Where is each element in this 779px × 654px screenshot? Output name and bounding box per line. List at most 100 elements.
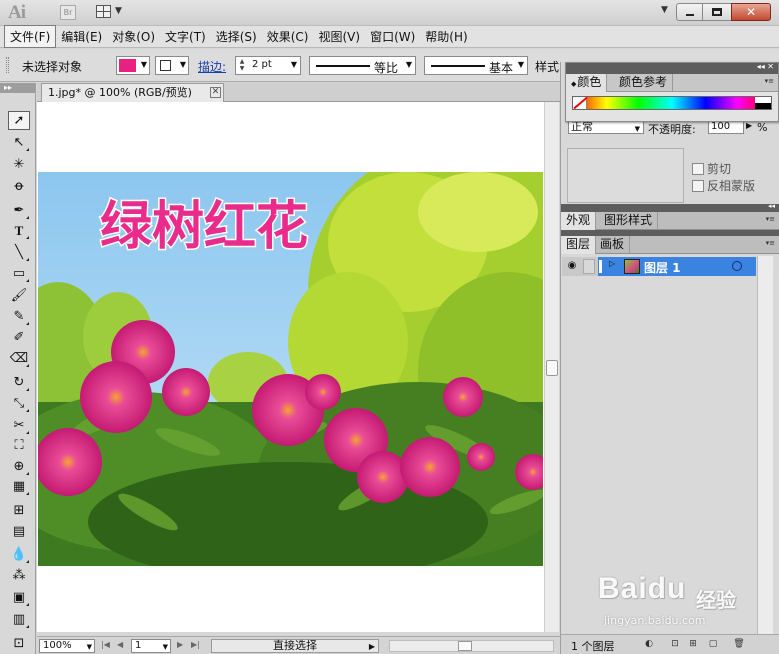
appearance-panel-header[interactable]: ◂◂: [561, 202, 779, 212]
delete-layer-icon[interactable]: 🗑: [733, 638, 745, 650]
selection-status: 未选择对象: [22, 60, 83, 74]
eraser-tool-icon[interactable]: ⌫: [8, 349, 30, 368]
previous-artboard-icon[interactable]: ◀: [117, 640, 123, 649]
color-panel-titlebar[interactable]: ◂◂ ✕: [566, 62, 778, 74]
vertical-scrollbar[interactable]: [544, 102, 559, 632]
tab-graphic-styles[interactable]: 图形样式: [599, 212, 659, 230]
black-white-swatch[interactable]: [755, 97, 771, 109]
grip-handle[interactable]: [6, 57, 9, 73]
collapse-icon[interactable]: ◂◂ ✕: [757, 62, 774, 71]
variable-width-profile[interactable]: 等比 ▼: [309, 56, 416, 75]
free-transform-tool-icon[interactable]: ⛶: [8, 436, 30, 455]
shape-builder-tool-icon[interactable]: ⊕: [8, 457, 30, 476]
horizontal-scroll-thumb[interactable]: [458, 641, 472, 651]
close-document-icon[interactable]: ✕: [210, 87, 221, 98]
clip-option[interactable]: 剪切: [692, 160, 731, 177]
selection-tool-icon[interactable]: ➚: [8, 111, 30, 130]
document-tab[interactable]: 1.jpg* @ 100% (RGB/预览) ✕: [41, 83, 224, 102]
first-artboard-icon[interactable]: |◀: [101, 640, 110, 649]
artboard-number-select[interactable]: 1 ▼: [131, 639, 171, 653]
magic-wand-tool-icon[interactable]: ✳: [8, 155, 30, 174]
status-menu[interactable]: 直接选择 ▶: [211, 639, 379, 653]
fill-swatch[interactable]: ▼: [116, 56, 150, 75]
clip-checkbox[interactable]: [692, 162, 704, 175]
brush-definition[interactable]: 基本 ▼: [424, 56, 528, 75]
column-graph-tool-icon[interactable]: ▥: [8, 610, 30, 629]
layer-row[interactable]: ◉ ▷ 图层 1: [562, 257, 756, 276]
menu-type[interactable]: 文字(T): [160, 26, 211, 47]
blend-tool-icon[interactable]: ⁂: [8, 566, 30, 585]
tab-color-guide[interactable]: 颜色参考: [614, 74, 674, 92]
tab-layers[interactable]: 图层: [561, 236, 597, 254]
scale-tool-icon[interactable]: ⤡: [8, 394, 30, 413]
blend-mode-select[interactable]: 正常 ▼: [568, 120, 644, 134]
pen-tool-icon[interactable]: ✒: [8, 201, 30, 220]
menu-file[interactable]: 文件(F): [4, 25, 57, 48]
new-sublayer-icon[interactable]: ⊞: [687, 638, 699, 650]
direct-selection-tool-icon[interactable]: ↖: [8, 133, 30, 152]
horizontal-scrollbar[interactable]: [389, 640, 554, 652]
menu-object[interactable]: 对象(O): [107, 26, 160, 47]
arrange-documents-button[interactable]: ▼: [96, 4, 126, 21]
panel-menu-icon[interactable]: ▾≡: [766, 215, 775, 223]
stroke-swatch[interactable]: ▼: [155, 56, 189, 75]
type-tool-icon[interactable]: T: [8, 221, 30, 240]
none-color-swatch[interactable]: [573, 97, 587, 109]
tab-artboards[interactable]: 画板: [595, 236, 631, 254]
layer-name[interactable]: 图层 1: [644, 259, 681, 276]
perspective-grid-tool-icon[interactable]: ▦: [8, 477, 30, 496]
placed-photo[interactable]: 绿树红花: [38, 172, 543, 566]
blob-brush-tool-icon[interactable]: ✐: [8, 328, 30, 347]
make-clipping-mask-icon[interactable]: ⊡: [669, 638, 681, 650]
gradient-tool-icon[interactable]: ▤: [8, 522, 30, 541]
width-tool-icon[interactable]: ✂: [8, 416, 30, 435]
last-artboard-icon[interactable]: ▶|: [191, 640, 200, 649]
stroke-weight-field[interactable]: ▲ ▼ 2 pt ▼: [235, 56, 301, 75]
stroke-label[interactable]: 描边:: [198, 58, 226, 75]
chevron-down-icon: ▼: [517, 60, 524, 69]
workspace-dropdown[interactable]: ▼: [661, 5, 668, 15]
next-artboard-icon[interactable]: ▶: [177, 640, 183, 649]
tab-color[interactable]: ◆颜色: [566, 74, 608, 92]
symbol-sprayer-tool-icon[interactable]: ▣: [8, 588, 30, 607]
menu-window[interactable]: 窗口(W): [365, 26, 420, 47]
pencil-tool-icon[interactable]: ✎: [8, 307, 30, 326]
close-button[interactable]: ✕: [731, 3, 771, 21]
menu-view[interactable]: 视图(V): [313, 26, 365, 47]
opacity-slider-icon[interactable]: ▶: [746, 121, 752, 130]
menu-effect[interactable]: 效果(C): [262, 26, 314, 47]
spinner-icon[interactable]: ▲ ▼: [237, 58, 247, 73]
invert-mask-option[interactable]: 反相蒙版: [692, 177, 755, 194]
eye-icon[interactable]: ◉: [565, 260, 579, 273]
lasso-tool-icon[interactable]: ꝋ: [8, 177, 30, 196]
tab-appearance[interactable]: 外观: [561, 212, 597, 230]
menu-help[interactable]: 帮助(H): [420, 26, 472, 47]
vertical-scroll-thumb[interactable]: [546, 360, 558, 376]
line-tool-icon[interactable]: ╲: [8, 243, 30, 262]
lock-toggle[interactable]: [583, 259, 595, 274]
artboard-tool-icon[interactable]: ⊡: [8, 634, 30, 653]
panel-menu-icon[interactable]: ▾≡: [766, 239, 775, 247]
mesh-tool-icon[interactable]: ⊞: [8, 501, 30, 520]
opacity-field[interactable]: 100: [708, 120, 744, 134]
locate-object-icon[interactable]: ◐: [643, 638, 655, 650]
target-icon[interactable]: [732, 261, 742, 271]
eyedropper-tool-icon[interactable]: 💧: [8, 545, 30, 564]
tools-panel-header[interactable]: ▸▸: [0, 83, 35, 93]
new-layer-icon[interactable]: ▢: [707, 638, 719, 650]
invert-mask-checkbox[interactable]: [692, 179, 704, 192]
rectangle-tool-icon[interactable]: ▭: [8, 264, 30, 283]
paintbrush-tool-icon[interactable]: 🖌: [8, 286, 30, 305]
menu-edit[interactable]: 编辑(E): [56, 26, 107, 47]
color-spectrum[interactable]: [572, 96, 772, 110]
menu-select[interactable]: 选择(S): [211, 26, 262, 47]
panel-menu-icon[interactable]: ▾≡: [765, 77, 774, 85]
zoom-select[interactable]: 100% ▼: [39, 639, 95, 653]
collapse-icon[interactable]: ◂◂: [768, 202, 775, 210]
bridge-button[interactable]: Br: [60, 5, 76, 20]
minimize-button[interactable]: [676, 3, 703, 21]
expand-triangle-icon[interactable]: ▷: [609, 259, 615, 268]
maximize-button[interactable]: [702, 3, 732, 21]
stroke-weight-value: 2 pt: [252, 59, 272, 70]
rotate-tool-icon[interactable]: ↻: [8, 373, 30, 392]
